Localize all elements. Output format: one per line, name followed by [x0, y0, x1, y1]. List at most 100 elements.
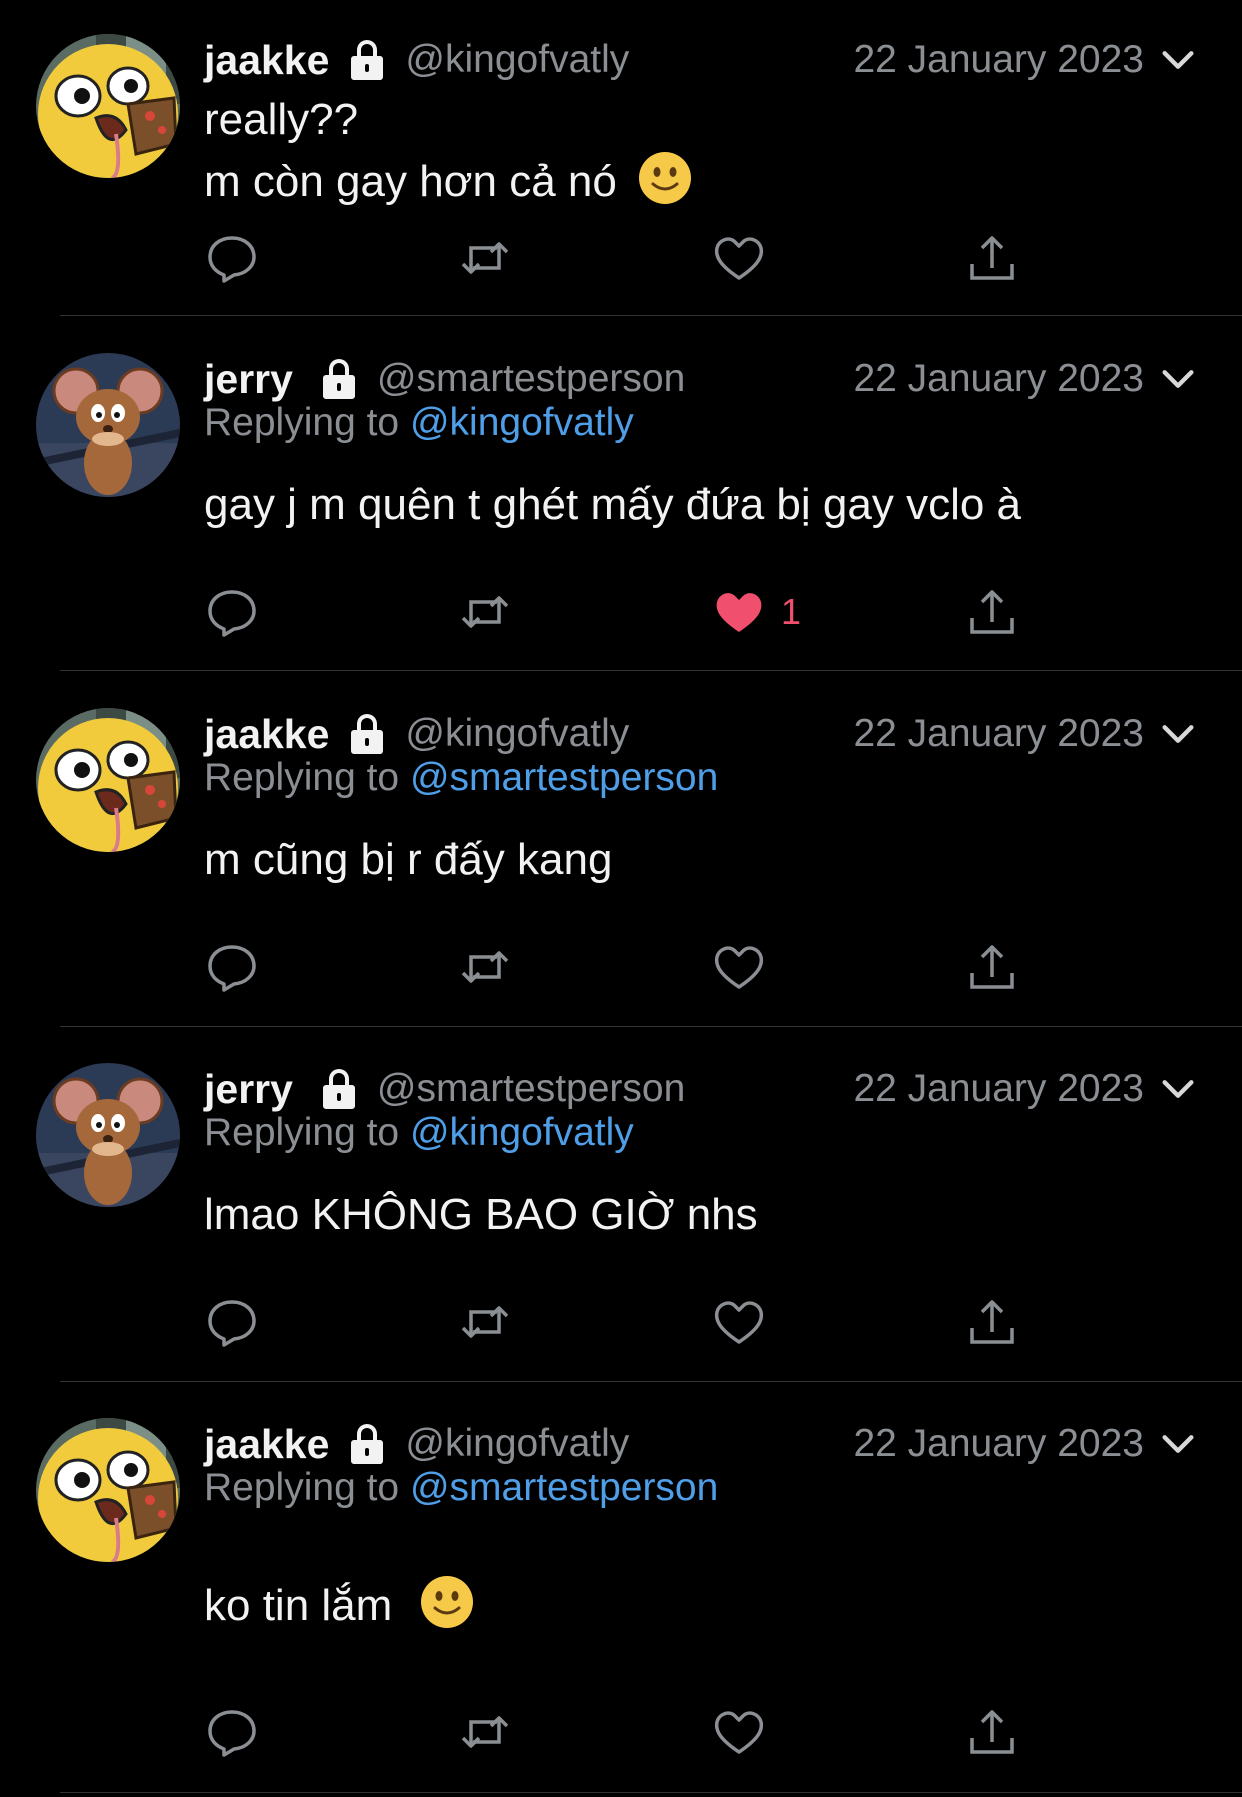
reply-icon: [208, 1710, 256, 1757]
jake-avatar-icon: [36, 34, 180, 178]
tweet-date: 22 January 2023: [853, 712, 1144, 755]
retweet-icon: [461, 1716, 509, 1748]
replying-label: Replying to: [204, 756, 410, 799]
heart-icon: [716, 593, 762, 632]
chevron-down-icon[interactable]: [1158, 40, 1198, 80]
tweet-text-line: really??: [204, 95, 359, 144]
display-name[interactable]: jaakke: [204, 711, 329, 758]
divider: [60, 1792, 1242, 1793]
heart-icon: [714, 1301, 764, 1344]
share-icon: [970, 1710, 1014, 1754]
mention-link[interactable]: @smartestperson: [410, 1466, 718, 1509]
avatar[interactable]: [36, 34, 180, 178]
like-count: 1: [781, 591, 802, 632]
tweet-text: gay j m quên t ghét mấy đứa bị gay vclo …: [204, 475, 1021, 535]
avatar[interactable]: [36, 708, 180, 852]
share-button[interactable]: [964, 1292, 1020, 1352]
slightly-smiling-face-icon: [639, 152, 692, 204]
mention-link[interactable]: @smartestperson: [410, 756, 718, 799]
lock-icon: [322, 359, 355, 399]
share-button[interactable]: [964, 228, 1020, 288]
avatar[interactable]: [36, 1063, 180, 1207]
retweet-icon: [461, 1306, 509, 1338]
share-button[interactable]: [964, 1702, 1020, 1762]
chevron-down-icon[interactable]: [1158, 714, 1198, 754]
chevron-down-icon[interactable]: [1158, 359, 1198, 399]
user-handle[interactable]: @kingofvatly: [405, 1422, 629, 1466]
like-button[interactable]: 1: [711, 582, 801, 642]
share-button[interactable]: [964, 582, 1020, 642]
replying-to: Replying to @kingofvatly: [204, 401, 634, 445]
reply-icon: [208, 590, 256, 637]
lock-icon: [351, 714, 384, 754]
reply-icon: [208, 236, 256, 283]
replying-label: Replying to: [204, 401, 410, 444]
reply-button[interactable]: [204, 582, 260, 642]
like-button[interactable]: [711, 228, 767, 288]
retweet-button[interactable]: [457, 1292, 513, 1352]
display-name[interactable]: jerry: [204, 356, 293, 403]
display-name[interactable]: jaakke: [204, 1421, 329, 1468]
tweet-text: really?? m còn gay hơn cả nó: [204, 90, 693, 212]
user-handle[interactable]: @smartestperson: [377, 1067, 685, 1111]
share-icon: [970, 1300, 1014, 1344]
display-name[interactable]: jaakke: [204, 37, 329, 84]
avatar[interactable]: [36, 353, 180, 497]
divider: [60, 315, 1242, 316]
retweet-icon: [461, 951, 509, 983]
like-button[interactable]: [711, 1702, 767, 1762]
share-icon: [970, 236, 1014, 280]
jake-avatar-icon: [36, 1418, 180, 1562]
replying-label: Replying to: [204, 1466, 410, 1509]
tweet-date: 22 January 2023: [853, 38, 1144, 81]
jerry-avatar-icon: [36, 1063, 180, 1207]
heart-icon: [714, 237, 764, 280]
heart-icon: [714, 946, 764, 989]
user-handle[interactable]: @smartestperson: [377, 357, 685, 401]
reply-button[interactable]: [204, 228, 260, 288]
user-handle[interactable]: @kingofvatly: [405, 712, 629, 756]
share-icon: [970, 945, 1014, 989]
reply-icon: [208, 945, 256, 992]
reply-button[interactable]: [204, 937, 260, 997]
avatar[interactable]: [36, 1418, 180, 1562]
tweet-date: 22 January 2023: [853, 1067, 1144, 1110]
tweet-text-line: lmao KHÔNG BAO GIỜ nhs: [204, 1190, 758, 1239]
display-name[interactable]: jerry: [204, 1066, 293, 1113]
retweet-icon: [461, 596, 509, 628]
replying-to: Replying to @kingofvatly: [204, 1111, 634, 1155]
lock-icon: [322, 1069, 355, 1109]
lock-icon: [351, 40, 384, 80]
tweet-text: lmao KHÔNG BAO GIỜ nhs: [204, 1185, 758, 1245]
replying-to: Replying to @smartestperson: [204, 1466, 718, 1510]
reply-button[interactable]: [204, 1702, 260, 1762]
tweet-text-line: ko tin lắm: [204, 1581, 393, 1630]
share-icon: [970, 590, 1014, 634]
reply-button[interactable]: [204, 1292, 260, 1352]
heart-icon: [714, 1711, 764, 1754]
tweet-text-line: m còn gay hơn cả nó: [204, 157, 617, 206]
divider: [60, 1026, 1242, 1027]
like-button[interactable]: [711, 1292, 767, 1352]
share-button[interactable]: [964, 937, 1020, 997]
jerry-avatar-icon: [36, 353, 180, 497]
tweet-text: m cũng bị r đấy kang: [204, 830, 612, 890]
tweet-date: 22 January 2023: [853, 357, 1144, 400]
retweet-button[interactable]: [457, 582, 513, 642]
retweet-button[interactable]: [457, 937, 513, 997]
user-handle[interactable]: @kingofvatly: [405, 38, 629, 82]
chevron-down-icon[interactable]: [1158, 1069, 1198, 1109]
mention-link[interactable]: @kingofvatly: [410, 401, 634, 444]
mention-link[interactable]: @kingofvatly: [410, 1111, 634, 1154]
jake-avatar-icon: [36, 708, 180, 852]
retweet-button[interactable]: [457, 228, 513, 288]
tweet-text: ko tin lắm: [204, 1574, 475, 1636]
replying-label: Replying to: [204, 1111, 410, 1154]
retweet-button[interactable]: [457, 1702, 513, 1762]
tweet-date: 22 January 2023: [853, 1422, 1144, 1465]
divider: [60, 1381, 1242, 1382]
retweet-icon: [461, 242, 509, 274]
chevron-down-icon[interactable]: [1158, 1424, 1198, 1464]
reply-icon: [208, 1300, 256, 1347]
like-button[interactable]: [711, 937, 767, 997]
